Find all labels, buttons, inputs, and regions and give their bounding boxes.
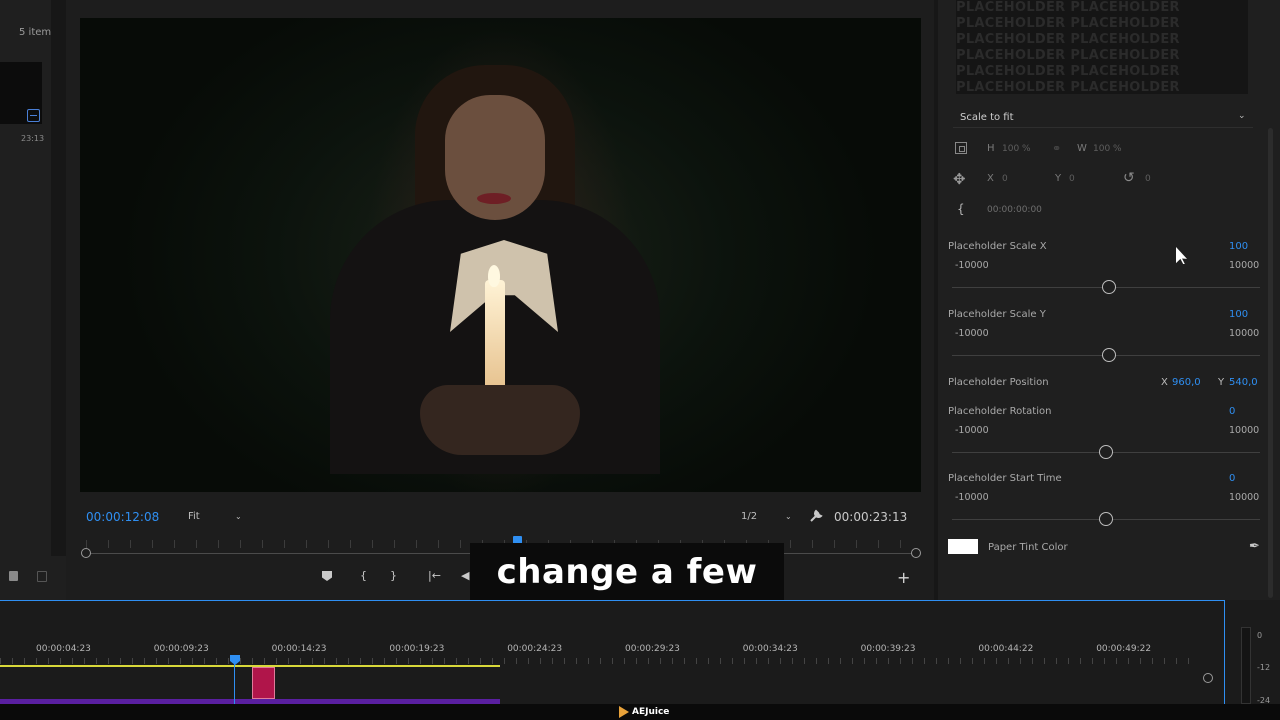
caption-overlay: change a few: [470, 543, 784, 605]
paper-tint-swatch[interactable]: [948, 539, 978, 554]
timeline-tick-label: 00:00:09:23: [153, 644, 209, 654]
resize-icon: [955, 142, 967, 154]
work-area-bar[interactable]: [0, 665, 500, 667]
zoom-start-handle[interactable]: [81, 548, 91, 558]
param-scale-y-max: 10000: [1229, 328, 1260, 339]
timeline-clip[interactable]: [252, 667, 275, 699]
video-subject-hands: [420, 385, 580, 455]
param-start-time-knob[interactable]: [1099, 512, 1113, 526]
sequence-icon: [27, 109, 40, 122]
step-back-button[interactable]: ◀: [461, 570, 469, 582]
param-scale-x-max: 10000: [1229, 260, 1260, 271]
effect-preview-thumbnail: PLACEHOLDER PLACEHOLDER PLACEHOLDER PLAC…: [956, 0, 1248, 94]
param-rotation-min: -10000: [955, 425, 989, 436]
chevron-down-icon: ⌄: [785, 512, 792, 521]
position-y-value[interactable]: 540,0: [1229, 377, 1258, 388]
project-panel-divider: [51, 0, 66, 556]
param-start-time-min: -10000: [955, 492, 989, 503]
timeline-tick-label: 00:00:49:22: [1096, 644, 1152, 654]
timeline-tick-label: 00:00:44:22: [978, 644, 1034, 654]
sequence-duration-timecode: 00:00:23:13: [834, 510, 908, 524]
caption-text: change a few: [496, 552, 758, 592]
height-value[interactable]: 100 %: [1002, 144, 1031, 154]
candle: [485, 280, 505, 392]
timeline-zoom-handle[interactable]: [1203, 673, 1213, 683]
move-icon: ✥: [953, 170, 966, 188]
footer-brand: AEJuice: [632, 707, 670, 717]
timeline-tick-label: 00:00:39:23: [860, 644, 916, 654]
y-value[interactable]: 0: [1069, 174, 1075, 184]
timeline-tick-label: 00:00:14:23: [271, 644, 327, 654]
position-y-label: Y: [1218, 377, 1225, 388]
param-start-time-max: 10000: [1229, 492, 1260, 503]
scale-mode-value: Scale to fit: [960, 112, 1014, 123]
rotation-value[interactable]: 0: [1145, 174, 1151, 184]
param-scale-y-min: -10000: [955, 328, 989, 339]
param-start-time-label: Placeholder Start Time: [948, 473, 1062, 484]
paper-tint-label: Paper Tint Color: [988, 542, 1068, 553]
eyedropper-icon[interactable]: ✒: [1249, 539, 1260, 554]
param-scale-y-label: Placeholder Scale Y: [948, 309, 1046, 320]
link-icon[interactable]: ⚭: [1052, 142, 1061, 155]
x-value[interactable]: 0: [1002, 174, 1008, 184]
go-to-in-button[interactable]: |←: [428, 570, 441, 582]
video-frame[interactable]: [80, 18, 921, 492]
rotate-icon: ↺: [1123, 170, 1135, 186]
mark-out-button[interactable]: }: [390, 570, 397, 582]
scale-mode-select[interactable]: Scale to fit ⌄: [953, 109, 1253, 128]
properties-scrollbar[interactable]: [1268, 128, 1273, 598]
db-label: -12: [1257, 663, 1271, 672]
param-scale-x-min: -10000: [955, 260, 989, 271]
timeline-playhead-line: [234, 664, 235, 704]
position-x-label: X: [1161, 377, 1168, 388]
wrench-icon[interactable]: [809, 509, 823, 523]
param-rotation-label: Placeholder Rotation: [948, 406, 1052, 417]
mark-in-button[interactable]: {: [360, 570, 367, 582]
audio-meter-bar: [1241, 627, 1251, 704]
param-scale-y-knob[interactable]: [1102, 348, 1117, 362]
zoom-end-handle[interactable]: [911, 548, 921, 558]
db-label: 0: [1257, 631, 1263, 640]
x-label: X: [987, 173, 994, 184]
param-rotation-value[interactable]: 0: [1229, 406, 1235, 417]
timeline-tick-label: 00:00:24:23: [507, 644, 563, 654]
start-timecode[interactable]: 00:00:00:00: [987, 205, 1042, 215]
position-x-value[interactable]: 960,0: [1172, 377, 1201, 388]
video-subject-lips: [477, 193, 511, 204]
chevron-down-icon: ⌄: [235, 512, 242, 521]
audio-meter-panel: [1225, 600, 1280, 704]
param-scale-x-knob[interactable]: [1102, 280, 1117, 294]
trash-icon[interactable]: [37, 571, 47, 582]
height-label: H: [987, 143, 995, 154]
button-editor-add-button[interactable]: +: [897, 568, 910, 587]
param-rotation-max: 10000: [1229, 425, 1260, 436]
candle-flame: [488, 265, 500, 287]
param-rotation-knob[interactable]: [1099, 445, 1113, 459]
width-label: W: [1077, 143, 1087, 154]
timeline-tick-label: 00:00:19:23: [389, 644, 445, 654]
param-start-time-value[interactable]: 0: [1229, 473, 1235, 484]
timeline-tick-label: 00:00:34:23: [742, 644, 798, 654]
param-position-label: Placeholder Position: [948, 377, 1049, 388]
timeline-tick-label: 00:00:04:23: [36, 644, 91, 654]
project-clip-duration: 23:13: [21, 134, 45, 143]
param-scale-y-value[interactable]: 100: [1229, 309, 1248, 320]
new-item-icon[interactable]: [9, 571, 18, 581]
chevron-down-icon: ⌄: [1238, 111, 1246, 121]
timeline-tick-label: 00:00:29:23: [625, 644, 680, 654]
width-value[interactable]: 100 %: [1093, 144, 1122, 154]
playhead-timecode[interactable]: 00:00:12:08: [86, 510, 159, 524]
y-label: Y: [1055, 173, 1062, 184]
param-scale-x-label: Placeholder Scale X: [948, 241, 1047, 252]
timeline-ruler[interactable]: [0, 658, 1200, 664]
in-point-icon: {: [957, 202, 965, 216]
param-scale-x-value[interactable]: 100: [1229, 241, 1248, 252]
